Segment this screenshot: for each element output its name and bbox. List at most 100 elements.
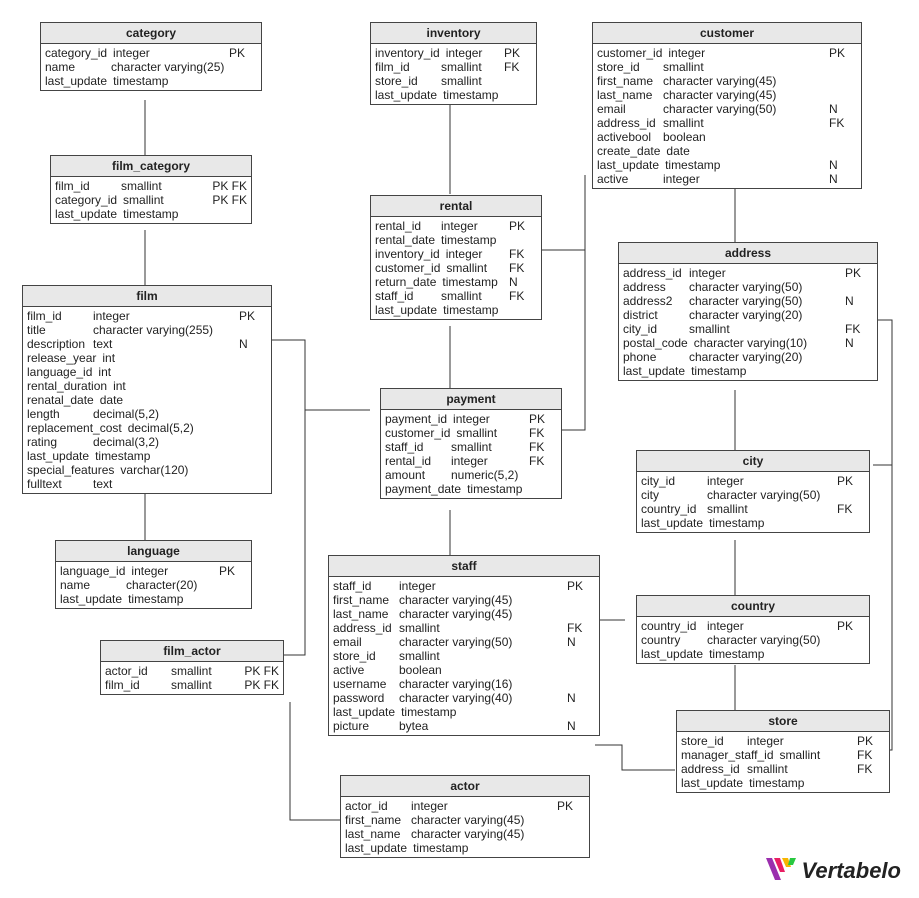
column-row: country_idintegerPK <box>641 619 865 633</box>
column-type: timestamp <box>436 275 503 289</box>
column-name: city_id <box>623 322 683 336</box>
column-type: smallint <box>435 74 498 88</box>
column-name: replacement_cost <box>27 421 122 435</box>
column-flags: PK <box>223 46 257 60</box>
column-name: last_update <box>681 776 743 790</box>
column-type: decimal(5,2) <box>122 421 233 435</box>
column-type: integer <box>435 219 503 233</box>
column-flags: PK FK <box>238 664 279 678</box>
column-row: country_idsmallintFK <box>641 502 865 516</box>
column-flags <box>233 365 267 379</box>
column-name: district <box>623 308 683 322</box>
logo-icon <box>766 858 796 884</box>
column-type: character varying(45) <box>405 813 551 827</box>
column-name: renatal_date <box>27 393 94 407</box>
column-flags: PK <box>831 474 865 488</box>
column-row: language_idint <box>27 365 267 379</box>
column-name: picture <box>333 719 393 733</box>
column-row: city_idintegerPK <box>641 474 865 488</box>
column-row: customer_idintegerPK <box>597 46 857 60</box>
column-row: last_updatetimestamp <box>375 303 537 317</box>
column-row: payment_datetimestamp <box>385 482 557 496</box>
table-columns: actor_idsmallintPK FKfilm_idsmallintPK F… <box>101 662 283 694</box>
column-flags: PK FK <box>238 678 279 692</box>
table-title: city <box>637 451 869 472</box>
column-flags <box>233 421 267 435</box>
column-name: film_id <box>55 179 115 193</box>
column-row: last_updatetimestamp <box>27 449 267 463</box>
column-row: city_idsmallintFK <box>623 322 873 336</box>
table-store: store store_idintegerPKmanager_staff_ids… <box>676 710 890 793</box>
column-type: timestamp <box>703 647 831 661</box>
column-flags: N <box>233 337 267 351</box>
column-flags: FK <box>823 116 857 130</box>
column-type: smallint <box>741 762 851 776</box>
table-inventory: inventory inventory_idintegerPKfilm_idsm… <box>370 22 537 105</box>
column-name: last_update <box>641 516 703 530</box>
table-columns: country_idintegerPKcountrycharacter vary… <box>637 617 869 663</box>
column-flags <box>224 60 258 74</box>
table-title: staff <box>329 556 599 577</box>
column-type: integer <box>683 266 839 280</box>
column-row: fulltexttext <box>27 477 267 491</box>
table-title: inventory <box>371 23 536 44</box>
column-name: last_update <box>623 364 685 378</box>
column-row: last_updatetimestamp <box>60 592 247 606</box>
table-staff: staff staff_idintegerPKfirst_namecharact… <box>328 555 600 736</box>
column-name: phone <box>623 350 683 364</box>
column-type: character varying(45) <box>393 593 561 607</box>
column-flags <box>561 593 595 607</box>
column-row: staff_idsmallintFK <box>385 440 557 454</box>
table-columns: staff_idintegerPKfirst_namecharacter var… <box>329 577 599 735</box>
column-name: customer_id <box>597 46 662 60</box>
column-name: name <box>60 578 120 592</box>
column-flags: PK FK <box>206 179 247 193</box>
column-flags: N <box>561 719 595 733</box>
column-row: first_namecharacter varying(45) <box>333 593 595 607</box>
column-row: emailcharacter varying(50)N <box>333 635 595 649</box>
column-name: film_id <box>105 678 165 692</box>
column-flags <box>823 60 857 74</box>
column-name: amount <box>385 468 445 482</box>
column-flags: N <box>823 172 857 186</box>
column-type: character varying(50) <box>683 294 839 308</box>
column-name: manager_staff_id <box>681 748 774 762</box>
column-flags: PK <box>831 619 865 633</box>
column-type: numeric(5,2) <box>445 468 523 482</box>
column-flags: PK <box>523 412 557 426</box>
column-type: smallint <box>115 179 206 193</box>
column-flags <box>839 280 873 294</box>
column-flags <box>839 364 873 378</box>
column-row: activeboolean <box>333 663 595 677</box>
column-type: character(20) <box>120 578 213 592</box>
column-flags <box>223 74 257 88</box>
column-row: address_idsmallintFK <box>597 116 857 130</box>
column-type: smallint <box>450 426 523 440</box>
column-row: phonecharacter varying(20) <box>623 350 873 364</box>
column-flags: FK <box>523 454 557 468</box>
column-row: activeintegerN <box>597 172 857 186</box>
column-flags <box>233 323 267 337</box>
column-row: citycharacter varying(50) <box>641 488 865 502</box>
column-type: integer <box>445 454 523 468</box>
column-row: store_idintegerPK <box>681 734 885 748</box>
table-rental: rental rental_idintegerPKrental_datetime… <box>370 195 542 320</box>
column-type: integer <box>405 799 551 813</box>
column-type: smallint <box>165 678 238 692</box>
table-language: language language_idintegerPKnamecharact… <box>55 540 252 609</box>
column-name: create_date <box>597 144 660 158</box>
column-type: integer <box>125 564 213 578</box>
column-row: special_featuresvarchar(120) <box>27 463 267 477</box>
column-type: boolean <box>657 130 823 144</box>
column-row: rental_datetimestamp <box>375 233 537 247</box>
column-flags: N <box>503 275 537 289</box>
table-title: category <box>41 23 261 44</box>
column-type: smallint <box>393 649 561 663</box>
column-type: character varying(40) <box>393 691 561 705</box>
column-type: varchar(120) <box>114 463 233 477</box>
column-type: int <box>92 365 233 379</box>
column-type: date <box>94 393 233 407</box>
column-flags <box>503 233 537 247</box>
column-type: smallint <box>117 193 206 207</box>
column-row: renatal_datedate <box>27 393 267 407</box>
